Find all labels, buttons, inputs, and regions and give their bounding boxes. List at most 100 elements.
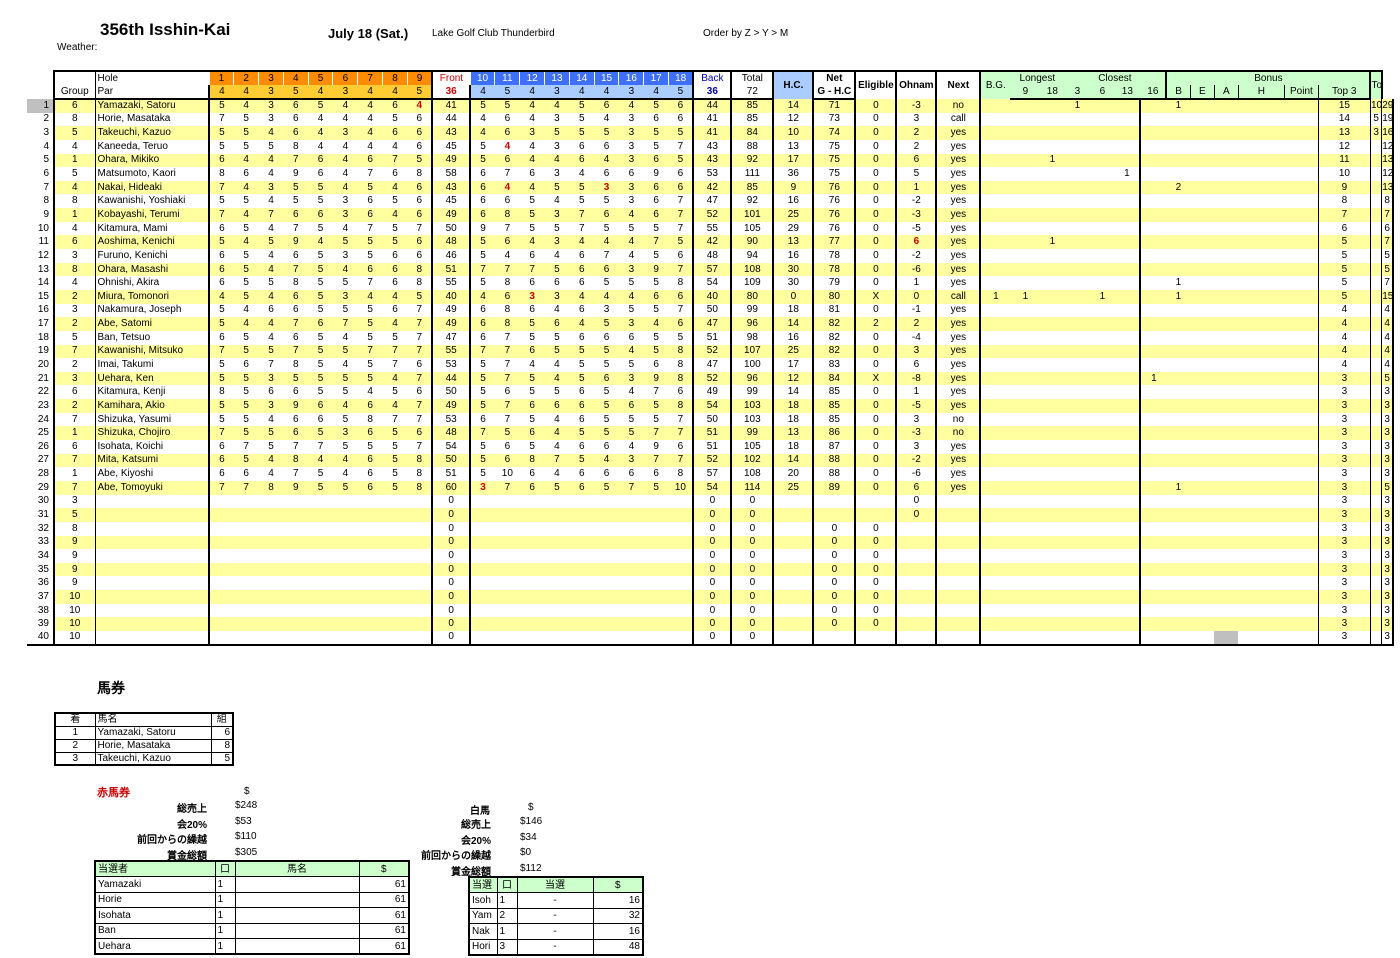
award-cell bbox=[1166, 317, 1191, 331]
hole-score: 5 bbox=[653, 140, 659, 152]
hole-score: 5 bbox=[308, 289, 333, 304]
hole-score: 3 bbox=[554, 140, 560, 152]
eligible-cell: 0 bbox=[854, 249, 897, 263]
hole-score: 6 bbox=[243, 468, 249, 480]
award-cell bbox=[1214, 358, 1238, 372]
award-cell bbox=[979, 426, 1011, 441]
gross-total: 111 bbox=[730, 167, 774, 181]
shiro-line-value: $112 bbox=[520, 863, 542, 875]
aka-winner-row: Horie 1 61 bbox=[94, 891, 410, 908]
hole-score bbox=[643, 508, 669, 522]
award-cell bbox=[1010, 535, 1041, 550]
hole-score: 4 bbox=[469, 112, 495, 127]
hole-score: 5 bbox=[643, 126, 669, 140]
point-cell: 4 bbox=[1317, 344, 1371, 359]
ohnam-cell: 1 bbox=[895, 385, 937, 400]
hole-score: 4 bbox=[529, 140, 535, 152]
total-point-cell: 4 bbox=[1381, 303, 1395, 318]
award-cell bbox=[1040, 113, 1064, 127]
hole-score: 6 bbox=[578, 413, 585, 425]
total-point-cell: 3 bbox=[1381, 603, 1395, 618]
award-cell bbox=[1114, 604, 1140, 618]
hole-score: 6 bbox=[494, 453, 520, 468]
hole-score: 4 bbox=[519, 153, 545, 168]
aka-winner-cell: Uehara bbox=[94, 938, 216, 955]
ohnam-cell: 6 bbox=[895, 480, 937, 495]
award-cell bbox=[979, 562, 1011, 577]
award-cell bbox=[1010, 413, 1040, 427]
handicap-cell: 14 bbox=[772, 453, 814, 468]
hole-score bbox=[308, 630, 333, 646]
back-total: 44 bbox=[692, 99, 732, 113]
hole-score bbox=[643, 617, 669, 631]
hole-score bbox=[569, 590, 595, 604]
hole-score: 6 bbox=[317, 413, 324, 425]
award-cell bbox=[1114, 617, 1141, 631]
hole-score: 6 bbox=[494, 126, 520, 140]
top3-cell bbox=[1369, 221, 1382, 236]
point-cell: 3 bbox=[1317, 412, 1371, 427]
aka-winner-cell: 61 bbox=[358, 922, 410, 939]
hole-score: 4 bbox=[569, 289, 595, 304]
group-cell: 1 bbox=[53, 153, 95, 168]
point-cell: 12 bbox=[1317, 139, 1371, 154]
point-cell: 3 bbox=[1317, 494, 1371, 509]
hole-score bbox=[519, 630, 545, 646]
award-cell bbox=[1040, 604, 1064, 618]
handicap-cell bbox=[772, 630, 814, 646]
ohnam-cell bbox=[895, 562, 937, 577]
award-cell bbox=[1166, 249, 1190, 263]
hole-score: 6 bbox=[416, 249, 423, 261]
hole-score: 7 bbox=[416, 222, 423, 234]
award-cell bbox=[1064, 562, 1091, 577]
next-header: Next bbox=[935, 70, 981, 99]
front-total: 0 bbox=[431, 508, 471, 522]
ohnam-cell: 0 bbox=[895, 289, 937, 304]
hole-score: 6 bbox=[603, 168, 610, 180]
next-cell: yes bbox=[935, 126, 981, 140]
aka-winner-cell: 1 bbox=[214, 907, 236, 924]
hole-score: 5 bbox=[628, 277, 635, 289]
award-cell bbox=[1064, 535, 1091, 550]
par-value: 5 bbox=[283, 85, 309, 100]
gross-total: 84 bbox=[730, 126, 774, 140]
hole-score: 5 bbox=[208, 317, 234, 331]
handicap-cell bbox=[772, 494, 814, 509]
front-total: 0 bbox=[431, 603, 471, 618]
award-cell bbox=[1090, 235, 1115, 250]
top3-cell bbox=[1369, 467, 1382, 481]
aka-header-cell: 馬名 bbox=[234, 860, 360, 877]
hole-score: 5 bbox=[643, 344, 669, 359]
hole-score: 7 bbox=[416, 413, 423, 425]
hole-score: 6 bbox=[283, 426, 309, 441]
longest-header: Longest bbox=[1010, 70, 1065, 85]
group-cell: 6 bbox=[53, 235, 95, 250]
hole-score: 4 bbox=[519, 180, 545, 195]
hole-score: 6 bbox=[283, 289, 309, 304]
bakuken-cell: Yamazaki, Satoru bbox=[94, 725, 212, 740]
award-cell bbox=[1010, 113, 1040, 127]
award-cell bbox=[1064, 331, 1090, 345]
score-table: Hole 1 2 3 4 5 6 7 8 9 Front 10 11 12 13 14 15 16 17 18 Back… bbox=[27, 70, 1395, 646]
award-cell bbox=[1238, 358, 1284, 372]
top3-header: Top 3 bbox=[1317, 85, 1371, 100]
back-total: 52 bbox=[692, 371, 732, 386]
award-cell bbox=[1190, 522, 1214, 536]
hole-score: 7 bbox=[208, 180, 234, 195]
hole-score: 5 bbox=[233, 399, 259, 413]
award-cell bbox=[1139, 276, 1167, 290]
award-cell bbox=[1190, 262, 1215, 277]
award-cell: 2 bbox=[1166, 180, 1191, 195]
award-cell bbox=[1238, 289, 1285, 304]
award-cell bbox=[1238, 167, 1284, 181]
shiro-winner-cell: 48 bbox=[592, 938, 644, 955]
hole-score bbox=[357, 535, 383, 550]
player-name: Matsumoto, Kaori bbox=[94, 167, 209, 181]
hole-score: 7 bbox=[653, 386, 659, 398]
award-cell bbox=[979, 330, 1011, 345]
hole-score: 5 bbox=[494, 426, 520, 441]
player-name: Kobayashi, Terumi bbox=[94, 208, 209, 222]
hole-score: 5 bbox=[243, 222, 249, 234]
award-cell bbox=[1284, 467, 1318, 481]
top3-cell bbox=[1369, 440, 1382, 454]
